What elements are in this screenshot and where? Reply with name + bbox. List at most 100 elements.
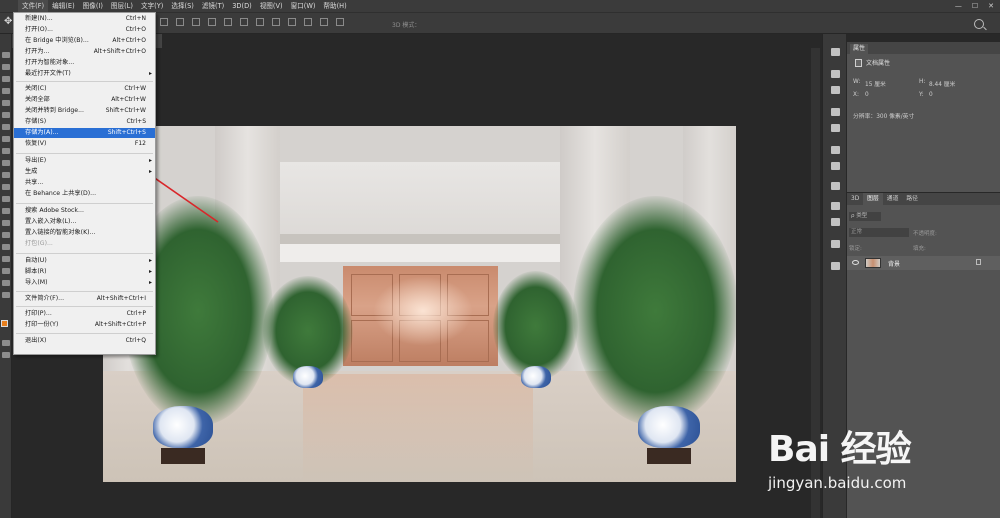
align-bottom-icon[interactable] [192,18,200,26]
history-brush-tool-icon[interactable] [2,160,10,166]
menu-window[interactable]: 窗口(W) [287,0,320,12]
menu-layer[interactable]: 图层(L) [107,0,137,12]
file-menu-item[interactable]: 最近打开文件(T) ▸ [14,69,155,79]
more-tools-icon[interactable] [2,292,10,298]
menu-help[interactable]: 帮助(H) [319,0,350,12]
align-right-icon[interactable] [240,18,248,26]
brush-tool-icon[interactable] [2,136,10,142]
menu-edit[interactable]: 编辑(E) [48,0,79,12]
healing-brush-tool-icon[interactable] [2,124,10,130]
distribute-top-icon[interactable] [256,18,264,26]
styles-panel-icon[interactable] [831,124,840,132]
file-menu-item[interactable]: 共享... [14,178,155,188]
align-left-icon[interactable] [208,18,216,26]
history-panel-icon[interactable] [831,48,840,56]
align-vcenter-icon[interactable] [176,18,184,26]
tab-paths[interactable]: 路径 [902,193,922,205]
character-panel-icon[interactable] [831,202,840,210]
adjustments-panel-icon[interactable] [831,108,840,116]
brush-settings-icon[interactable] [831,146,840,154]
file-menu-item[interactable]: 生成 ▸ [14,167,155,177]
minimize-button[interactable]: — [955,2,962,10]
maximize-button[interactable]: ☐ [972,2,978,10]
pen-tool-icon[interactable] [2,220,10,226]
file-menu-item[interactable]: 打印(P)... Ctrl+P [14,309,155,319]
brushes-panel-icon[interactable] [831,162,840,170]
file-menu-item[interactable]: 脚本(R) ▸ [14,267,155,277]
marquee-tool-icon[interactable] [2,64,10,70]
move-tool-icon[interactable] [2,52,10,58]
shape-tool-icon[interactable] [2,256,10,262]
tools-preset-icon[interactable] [831,240,840,248]
align-hcenter-icon[interactable] [224,18,232,26]
quick-mask-icon[interactable] [2,340,10,346]
file-menu-item[interactable]: 在 Behance 上共享(D)... [14,189,155,199]
file-menu-item[interactable]: 打开(O)... Ctrl+O [14,25,155,35]
clone-stamp-tool-icon[interactable] [2,148,10,154]
image-canvas[interactable] [103,126,736,482]
blend-mode-select[interactable]: 正常 [849,228,909,237]
gradient-tool-icon[interactable] [2,184,10,190]
tab-layers[interactable]: 图层 [863,193,883,205]
color-panel-icon[interactable] [831,70,840,78]
file-menu-item[interactable]: 恢复(V) F12 [14,139,155,149]
file-menu-item[interactable]: 置入嵌入对象(L)... [14,217,155,227]
properties-tab[interactable]: 属性 [850,44,869,54]
lasso-tool-icon[interactable] [2,76,10,82]
paragraph-panel-icon[interactable] [831,218,840,226]
blur-tool-icon[interactable] [2,196,10,202]
eraser-tool-icon[interactable] [2,172,10,178]
file-menu-item[interactable]: 关闭(C) Ctrl+W [14,84,155,94]
close-button[interactable]: ✕ [988,2,994,10]
menu-view[interactable]: 视图(V) [256,0,287,12]
file-menu-item[interactable]: 搜索 Adobe Stock... [14,206,155,216]
tab-3d[interactable]: 3D [847,193,863,205]
layer-name[interactable]: 背景 [888,259,900,268]
eyedropper-tool-icon[interactable] [2,112,10,118]
file-menu-item[interactable]: 存储为(A)... Shift+Ctrl+S [14,128,155,138]
distribute-bottom-icon[interactable] [288,18,296,26]
menu-image[interactable]: 图像(I) [79,0,107,12]
menu-filter[interactable]: 滤镜(T) [198,0,228,12]
file-menu-item[interactable]: 文件简介(F)... Alt+Shift+Ctrl+I [14,294,155,304]
align-top-icon[interactable] [160,18,168,26]
swatches-panel-icon[interactable] [831,86,840,94]
hand-tool-icon[interactable] [2,268,10,274]
move-tool-icon[interactable]: ✥ [4,16,12,27]
quick-select-tool-icon[interactable] [2,88,10,94]
file-menu-item[interactable]: 在 Bridge 中浏览(B)... Alt+Ctrl+O [14,36,155,46]
width-value[interactable]: 15 厘米 [865,79,886,88]
file-menu-item[interactable]: 存储(S) Ctrl+S [14,117,155,127]
x-value[interactable]: 0 [865,92,869,98]
distribute-vcenter-icon[interactable] [272,18,280,26]
height-value[interactable]: 8.44 厘米 [929,79,955,88]
foreground-color-swatch[interactable] [1,320,8,327]
file-menu-item[interactable]: 退出(X) Ctrl+Q [14,336,155,346]
dodge-tool-icon[interactable] [2,208,10,214]
zoom-tool-icon[interactable] [2,280,10,286]
file-menu-item[interactable]: 关闭并转到 Bridge... Shift+Ctrl+W [14,106,155,116]
type-tool-icon[interactable] [2,232,10,238]
clone-source-icon[interactable] [831,182,840,190]
tab-channels[interactable]: 通道 [883,193,903,205]
3d-panel-icon[interactable] [831,262,840,270]
file-menu-item[interactable]: 新建(N)... Ctrl+N [14,14,155,24]
menu-select[interactable]: 选择(S) [167,0,198,12]
screen-mode-icon[interactable] [2,352,10,358]
file-menu-item[interactable]: 自动(U) ▸ [14,256,155,266]
path-select-tool-icon[interactable] [2,244,10,250]
file-menu-item[interactable]: 打开为智能对象... [14,58,155,68]
file-menu-item[interactable]: 打印一份(Y) Alt+Shift+Ctrl+P [14,320,155,330]
search-icon[interactable] [974,19,984,29]
file-menu-item[interactable]: 置入链接的智能对象(K)... [14,228,155,238]
menu-type[interactable]: 文字(Y) [137,0,167,12]
visibility-eye-icon[interactable] [852,260,859,265]
layer-filter-select[interactable]: ρ 类型 [849,212,881,221]
menu-3d[interactable]: 3D(D) [228,0,256,12]
crop-tool-icon[interactable] [2,100,10,106]
y-value[interactable]: 0 [929,92,933,98]
file-menu-item[interactable]: 打开为... Alt+Shift+Ctrl+O [14,47,155,57]
file-menu-item[interactable]: 关闭全部 Alt+Ctrl+W [14,95,155,105]
distribute-hcenter-icon[interactable] [320,18,328,26]
file-menu-item[interactable]: 导出(E) ▸ [14,156,155,166]
